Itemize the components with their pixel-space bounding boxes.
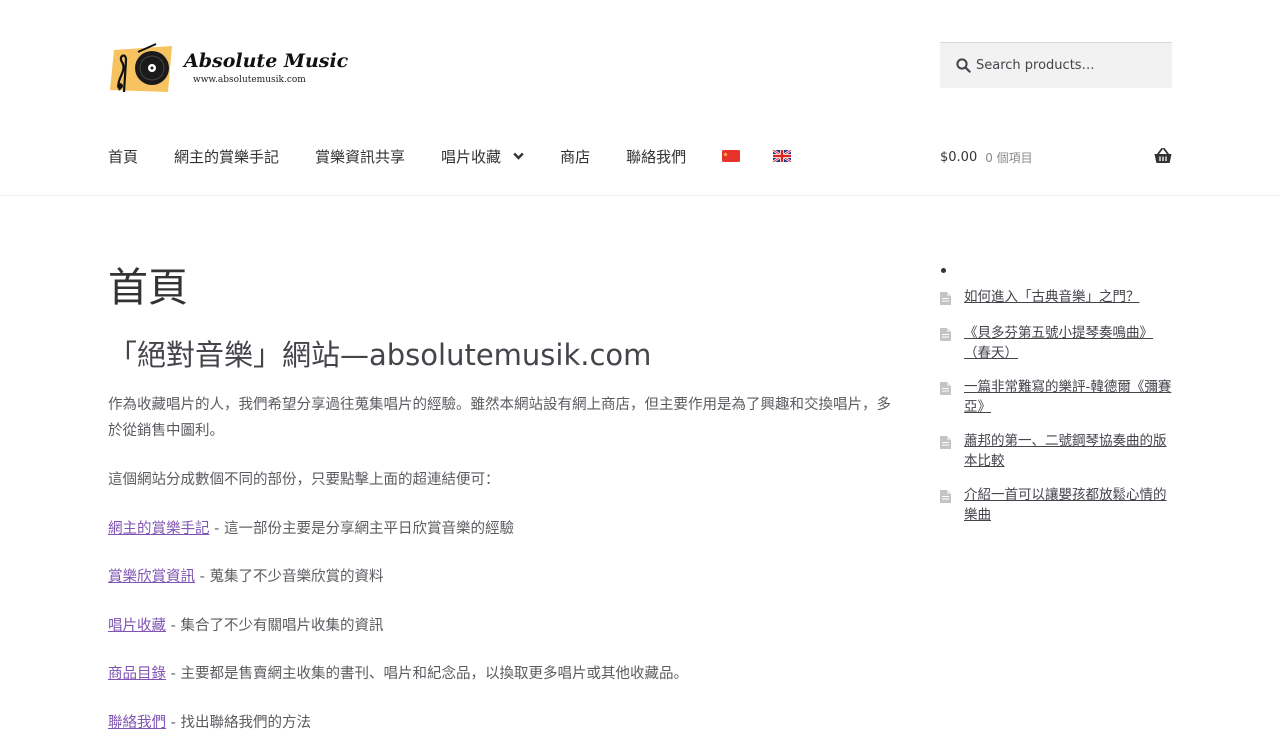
recent-post-item: 蕭邦的第一、二號鋼琴協奏曲的版本比較 [940, 431, 1172, 471]
vinyl-record-logo-icon [110, 43, 172, 93]
link-music-notes[interactable]: 網主的賞樂手記 [108, 521, 210, 537]
chevron-down-icon[interactable] [513, 152, 524, 160]
document-icon [940, 485, 953, 525]
section-link-item: 商品目錄 - 主要都是售賣網主收集的書刊、唱片和紀念品，以換取更多唱片或其他收藏… [108, 661, 900, 687]
nav-item-home[interactable]: 首頁 [108, 146, 138, 167]
nav-item-music-notes[interactable]: 網主的賞樂手記 [174, 146, 279, 167]
site-logo[interactable]: Absolute Music www.absolutemusik.com [108, 40, 348, 98]
recent-post-item: 《貝多芬第五號小提琴奏鳴曲》（春天） [940, 323, 1172, 363]
primary-nav: 首頁 網主的賞樂手記 賞樂資訊共享 唱片收藏 商店 聯絡我們 [108, 140, 824, 172]
link-description: - 蒐集了不少音樂欣賞的資料 [195, 569, 384, 585]
nav-item-label: 聯絡我們 [626, 147, 687, 166]
mini-cart[interactable]: $0.00 0 個項目 [940, 143, 1172, 171]
nav-item-contact[interactable]: 聯絡我們 [626, 146, 686, 167]
link-contact[interactable]: 聯絡我們 [108, 715, 166, 731]
logo-title: Absolute Music [184, 50, 349, 72]
recent-post-item: 一篇非常難寫的樂評-韓德爾《彌賽亞》 [940, 377, 1172, 417]
section-link-item: 網主的賞樂手記 - 這一部份主要是分享網主平日欣賞音樂的經驗 [108, 516, 900, 542]
nav-item-label: 賞樂資訊共享 [315, 147, 406, 166]
uk-flag-icon[interactable] [773, 150, 792, 162]
document-icon [940, 287, 953, 309]
logo-url: www.absolutemusik.com [193, 75, 306, 85]
link-description: - 這一部份主要是分享網主平日欣賞音樂的經驗 [209, 520, 514, 537]
nav-item-label: 網主的賞樂手記 [174, 147, 280, 166]
document-icon [940, 431, 953, 471]
cart-amount: $0.00 [940, 149, 978, 165]
page-subtitle: 「絕對音樂」網站—absolutemusik.com [108, 338, 652, 372]
recent-post-link[interactable]: 蕭邦的第一、二號鋼琴協奏曲的版本比較 [964, 431, 1172, 471]
recent-posts-sidebar: 如何進入「古典音樂」之門？ 《貝多芬第五號小提琴奏鳴曲》（春天） 一篇非常難寫的… [940, 268, 1172, 539]
search-input[interactable] [976, 43, 1166, 87]
link-product-catalog[interactable]: 商品目錄 [108, 666, 166, 682]
main-content: 首頁 「絕對音樂」網站—absolutemusik.com 作為收藏唱片的人，我… [108, 262, 900, 736]
document-icon [940, 377, 953, 417]
recent-post-link[interactable]: 如何進入「古典音樂」之門？ [964, 287, 1140, 309]
link-description: - 找出聯絡我們的方法 [166, 714, 311, 731]
recent-post-link[interactable]: 《貝多芬第五號小提琴奏鳴曲》（春天） [964, 323, 1172, 363]
nav-item-label: 首頁 [108, 147, 139, 166]
sections-intro: 這個網站分成數個不同的部份，只要點擊上面的超連結便可： [108, 472, 500, 488]
nav-item-music-info[interactable]: 賞樂資訊共享 [315, 146, 405, 167]
nav-item-shop[interactable]: 商店 [560, 146, 590, 167]
shopping-basket-icon [1154, 148, 1172, 163]
link-description: - 集合了不少有關唱片收集的資訊 [166, 617, 384, 634]
cart-item-count: 0 個項目 [985, 150, 1033, 165]
china-flag-icon[interactable] [722, 150, 741, 162]
link-description: - 主要都是售賣網主收集的書刊、唱片和紀念品，以換取更多唱片或其他收藏品。 [166, 666, 688, 682]
list-bullet [941, 268, 946, 273]
link-music-info[interactable]: 賞樂欣賞資訊 [108, 569, 195, 585]
intro-paragraph: 作為收藏唱片的人，我們希望分享過往蒐集唱片的經驗。雖然本網站設有網上商店，但主要… [108, 397, 891, 439]
link-record-collection[interactable]: 唱片收藏 [108, 618, 166, 634]
nav-item-label: 商店 [560, 147, 591, 166]
section-link-item: 唱片收藏 - 集合了不少有關唱片收集的資訊 [108, 613, 900, 639]
nav-item-record-collection[interactable]: 唱片收藏 [441, 146, 524, 167]
recent-post-link[interactable]: 介紹一首可以讓嬰孩都放鬆心情的樂曲 [964, 485, 1172, 525]
recent-post-item: 如何進入「古典音樂」之門？ [940, 287, 1172, 309]
product-search[interactable] [940, 42, 1172, 88]
recent-post-link[interactable]: 一篇非常難寫的樂評-韓德爾《彌賽亞》 [964, 377, 1172, 417]
page-title: 首頁 [108, 265, 188, 311]
section-link-item: 聯絡我們 - 找出聯絡我們的方法 [108, 710, 900, 736]
nav-item-label: 唱片收藏 [441, 147, 502, 166]
search-icon [956, 58, 971, 73]
section-link-item: 賞樂欣賞資訊 - 蒐集了不少音樂欣賞的資料 [108, 564, 900, 590]
recent-post-item: 介紹一首可以讓嬰孩都放鬆心情的樂曲 [940, 485, 1172, 525]
site-header: Absolute Music www.absolutemusik.com 首頁 … [0, 0, 1280, 196]
document-icon [940, 323, 953, 363]
